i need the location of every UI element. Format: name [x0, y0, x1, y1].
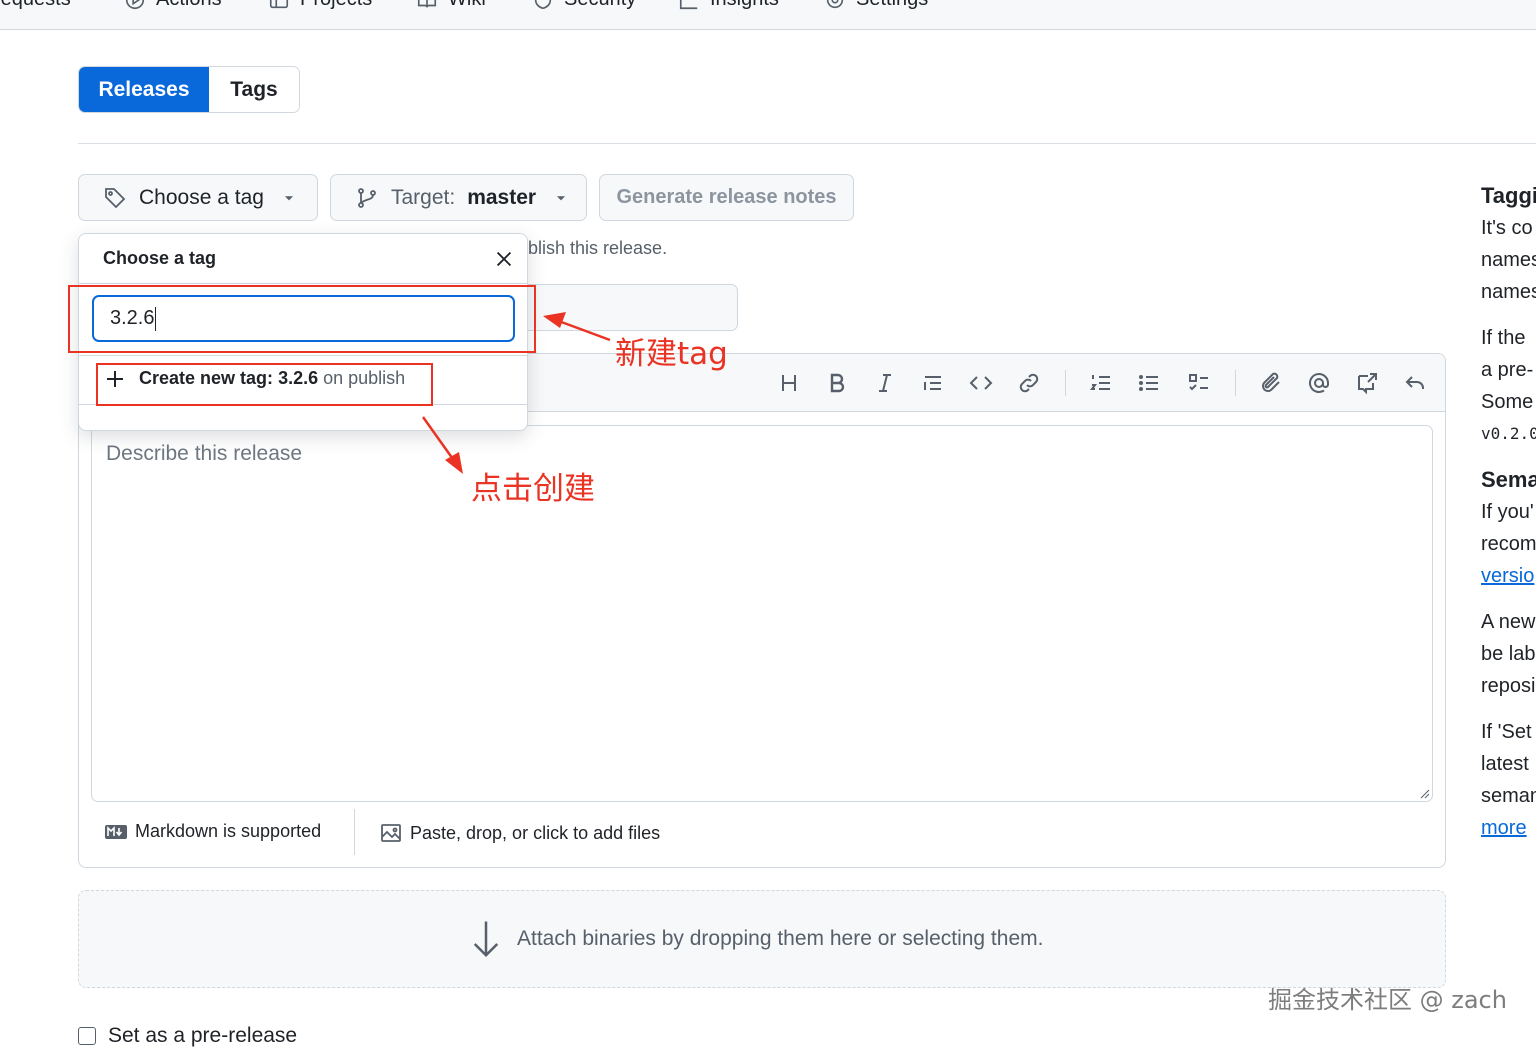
annotation-arrows [421, 312, 611, 474]
annotation-click-create: 点击创建 [471, 471, 595, 507]
annotation-new-tag: 新建tag [615, 336, 728, 372]
